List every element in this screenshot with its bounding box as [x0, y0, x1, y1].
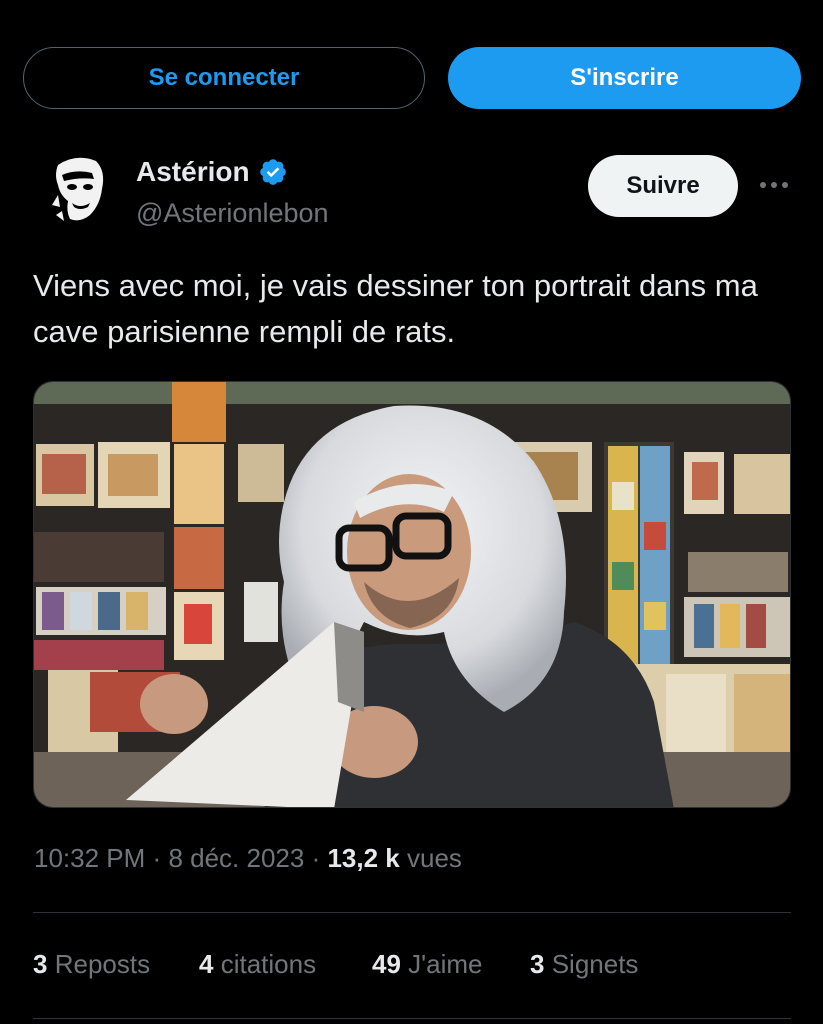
author-name-text: Astérion — [136, 156, 250, 187]
stat-count: 49 — [372, 949, 401, 979]
stat-label: Reposts — [54, 949, 151, 979]
meta-separator: · — [152, 843, 162, 873]
stat-label: citations — [220, 949, 317, 979]
stat-count: 4 — [199, 949, 214, 979]
author-avatar[interactable] — [36, 145, 122, 231]
author-handle[interactable]: @Asterionlebon — [136, 198, 329, 229]
stat-likes[interactable]: 49 J'aime — [372, 949, 482, 980]
follow-button[interactable]: Suivre — [588, 155, 738, 217]
photo-illustration — [34, 382, 790, 807]
tweet-time[interactable]: 10:32 PM — [34, 843, 145, 873]
tweet-metadata: 10:32 PM · 8 déc. 2023 · 13,2 k vues — [34, 843, 462, 874]
verified-badge-icon — [258, 157, 288, 187]
stat-quotes[interactable]: 4 citations — [199, 949, 316, 980]
tweet-photo[interactable] — [33, 381, 791, 808]
stat-count: 3 — [530, 949, 545, 979]
author-name[interactable]: Astérion — [136, 156, 288, 188]
stat-bookmarks[interactable]: 3 Signets — [530, 949, 638, 980]
tweet-text: Viens avec moi, je vais dessiner ton por… — [33, 268, 758, 349]
stat-reposts[interactable]: 3 Reposts — [33, 949, 150, 980]
signup-button[interactable]: S'inscrire — [448, 47, 801, 109]
profile-avatar-icon — [36, 145, 122, 231]
tweet-date[interactable]: 8 déc. 2023 — [168, 843, 304, 873]
stat-label: Signets — [551, 949, 639, 979]
more-options-icon[interactable] — [756, 170, 792, 200]
tweet-page: Se connecter S'inscrire Astérion @Asteri… — [0, 0, 823, 1024]
stat-label: J'aime — [408, 949, 483, 979]
meta-separator: · — [311, 843, 321, 873]
views-count: 13,2 k — [327, 843, 400, 873]
divider — [33, 912, 791, 913]
stat-count: 3 — [33, 949, 48, 979]
divider — [33, 1018, 791, 1019]
login-button[interactable]: Se connecter — [23, 47, 425, 109]
views-label: vues — [407, 843, 462, 873]
